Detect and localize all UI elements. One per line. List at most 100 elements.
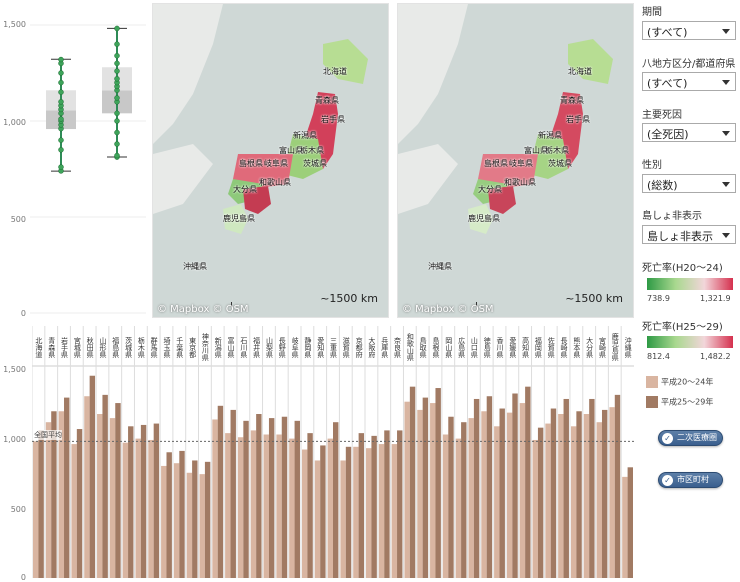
bar-h25-29[interactable] — [461, 422, 467, 578]
bar-h20-24[interactable] — [494, 426, 500, 578]
bar-h20-24[interactable] — [468, 418, 474, 578]
bar-h20-24[interactable] — [583, 414, 590, 578]
pref-column-label[interactable]: 奈良県 — [391, 328, 404, 366]
bar-h20-24[interactable] — [135, 438, 141, 578]
bar-h25-29[interactable] — [140, 424, 147, 578]
bar-h25-29[interactable] — [409, 386, 416, 578]
bar-h20-24[interactable] — [186, 472, 193, 578]
bar-h20-24[interactable] — [33, 441, 39, 578]
bar-h20-24[interactable] — [122, 442, 129, 578]
bar-h20-24[interactable] — [327, 438, 333, 578]
bar-h20-24[interactable] — [314, 460, 321, 578]
bar-h20-24[interactable] — [404, 401, 410, 578]
pref-column-label[interactable]: 徳島県 — [480, 328, 493, 366]
pref-column-label[interactable]: 神奈川県 — [198, 328, 211, 366]
bar-h25-29[interactable] — [307, 433, 313, 578]
map-h25-29[interactable]: 北海道 青森県 岩手県 新潟県 富山県 栃木県 島根県 岐阜県 茨城県 大分県 … — [397, 3, 634, 318]
bar-h20-24[interactable] — [366, 448, 372, 578]
pref-column-label[interactable]: 埼玉県 — [160, 328, 173, 366]
bar-h25-29[interactable] — [627, 467, 633, 578]
pref-column-label[interactable]: 沖縄県 — [621, 328, 634, 366]
bar-h25-29[interactable] — [371, 435, 377, 578]
island-select[interactable]: 島しょ非表示 — [642, 225, 736, 244]
bar-h20-24[interactable] — [391, 444, 398, 578]
pref-column-label[interactable]: 北海道 — [32, 328, 45, 366]
pref-column-label[interactable]: 三重県 — [327, 328, 340, 366]
bar-h20-24[interactable] — [250, 430, 257, 578]
pref-column-label[interactable]: 石川県 — [237, 328, 250, 366]
pref-column-label[interactable]: 岡山県 — [442, 328, 455, 366]
bar-h20-24[interactable] — [442, 434, 449, 579]
pref-column-label[interactable]: 茨城県 — [122, 328, 135, 366]
bar-h25-29[interactable] — [499, 408, 505, 578]
pref-column-label[interactable]: 新潟県 — [211, 328, 224, 366]
bar-h25-29[interactable] — [358, 433, 365, 578]
pref-column-label[interactable]: 大分県 — [583, 328, 596, 366]
pref-column-label[interactable]: 岩手県 — [58, 328, 71, 366]
pref-column-label[interactable]: 熊本県 — [570, 328, 583, 366]
bar-h25-29[interactable] — [550, 408, 557, 578]
bar-h20-24[interactable] — [289, 438, 295, 578]
bar-h20-24[interactable] — [378, 444, 385, 578]
pref-column-label[interactable]: 千葉県 — [173, 328, 186, 366]
pref-column-label[interactable]: 広島県 — [455, 328, 468, 366]
bar-h25-29[interactable] — [166, 452, 172, 578]
pref-column-label[interactable]: 高知県 — [519, 328, 532, 366]
bar-h25-29[interactable] — [153, 423, 160, 578]
map-h20-24[interactable]: 北海道 青森県 岩手県 新潟県 富山県 栃木県 島根県 岐阜県 茨城県 大分県 … — [152, 3, 389, 318]
bar-h20-24[interactable] — [173, 463, 180, 578]
bar-h25-29[interactable] — [243, 420, 249, 578]
bar-h25-29[interactable] — [294, 420, 300, 578]
pref-column-label[interactable]: 愛知県 — [314, 328, 327, 366]
bar-h20-24[interactable] — [301, 449, 308, 578]
pref-column-label[interactable]: 群馬県 — [147, 328, 160, 366]
sex-select[interactable]: (総数) — [642, 174, 736, 193]
bar-h20-24[interactable] — [212, 419, 218, 578]
bar-h25-29[interactable] — [563, 398, 569, 578]
pref-column-label[interactable]: 佐賀県 — [544, 328, 557, 366]
pref-column-label[interactable]: 滋賀県 — [339, 328, 352, 366]
pref-column-label[interactable]: 静岡県 — [301, 328, 314, 366]
bar-h25-29[interactable] — [512, 393, 518, 579]
bar-h20-24[interactable] — [609, 407, 615, 578]
bar-h20-24[interactable] — [622, 476, 628, 578]
bar-h25-29[interactable] — [537, 427, 544, 578]
municipal-button[interactable]: ✓ 市区町村 — [658, 472, 723, 488]
bar-h20-24[interactable] — [97, 414, 103, 578]
bar-h20-24[interactable] — [353, 446, 359, 578]
bar-h20-24[interactable] — [532, 439, 538, 578]
pref-column-label[interactable]: 長崎県 — [557, 328, 570, 366]
pref-column-label[interactable]: 東京都 — [186, 328, 199, 366]
bar-h25-29[interactable] — [320, 445, 326, 578]
map-attribution[interactable]: © Mapbox © OSM — [402, 304, 494, 315]
bar-h25-29[interactable] — [204, 461, 211, 578]
bar-h25-29[interactable] — [89, 375, 96, 578]
pref-column-label[interactable]: 鹿児島県 — [608, 328, 621, 366]
bar-h20-24[interactable] — [237, 437, 244, 578]
bar-h20-24[interactable] — [276, 434, 282, 579]
bar-h20-24[interactable] — [570, 426, 577, 578]
region-select[interactable]: (すべて) — [642, 72, 736, 91]
bar-h20-24[interactable] — [506, 412, 513, 578]
bar-h25-29[interactable] — [384, 430, 390, 578]
bar-h25-29[interactable] — [422, 397, 429, 578]
bar-h20-24[interactable] — [481, 411, 487, 578]
bar-h25-29[interactable] — [64, 397, 70, 578]
bar-h25-29[interactable] — [473, 398, 480, 578]
bar-h20-24[interactable] — [148, 439, 154, 578]
bar-h25-29[interactable] — [333, 422, 339, 578]
bar-h25-29[interactable] — [268, 418, 275, 578]
pref-column-label[interactable]: 福井県 — [250, 328, 263, 366]
pref-column-label[interactable]: 山梨県 — [262, 328, 275, 366]
pref-column-label[interactable]: 富山県 — [224, 328, 237, 366]
bar-h20-24[interactable] — [558, 414, 564, 578]
bar-h25-29[interactable] — [115, 403, 121, 578]
bar-h20-24[interactable] — [417, 409, 423, 578]
bar-h25-29[interactable] — [76, 429, 83, 578]
bar-h25-29[interactable] — [589, 398, 595, 578]
pref-column-label[interactable]: 福島県 — [109, 328, 122, 366]
pref-column-label[interactable]: 山口県 — [467, 328, 480, 366]
bar-h25-29[interactable] — [38, 430, 44, 578]
bar-h20-24[interactable] — [430, 403, 436, 578]
pref-column-label[interactable]: 宮崎県 — [595, 328, 608, 366]
